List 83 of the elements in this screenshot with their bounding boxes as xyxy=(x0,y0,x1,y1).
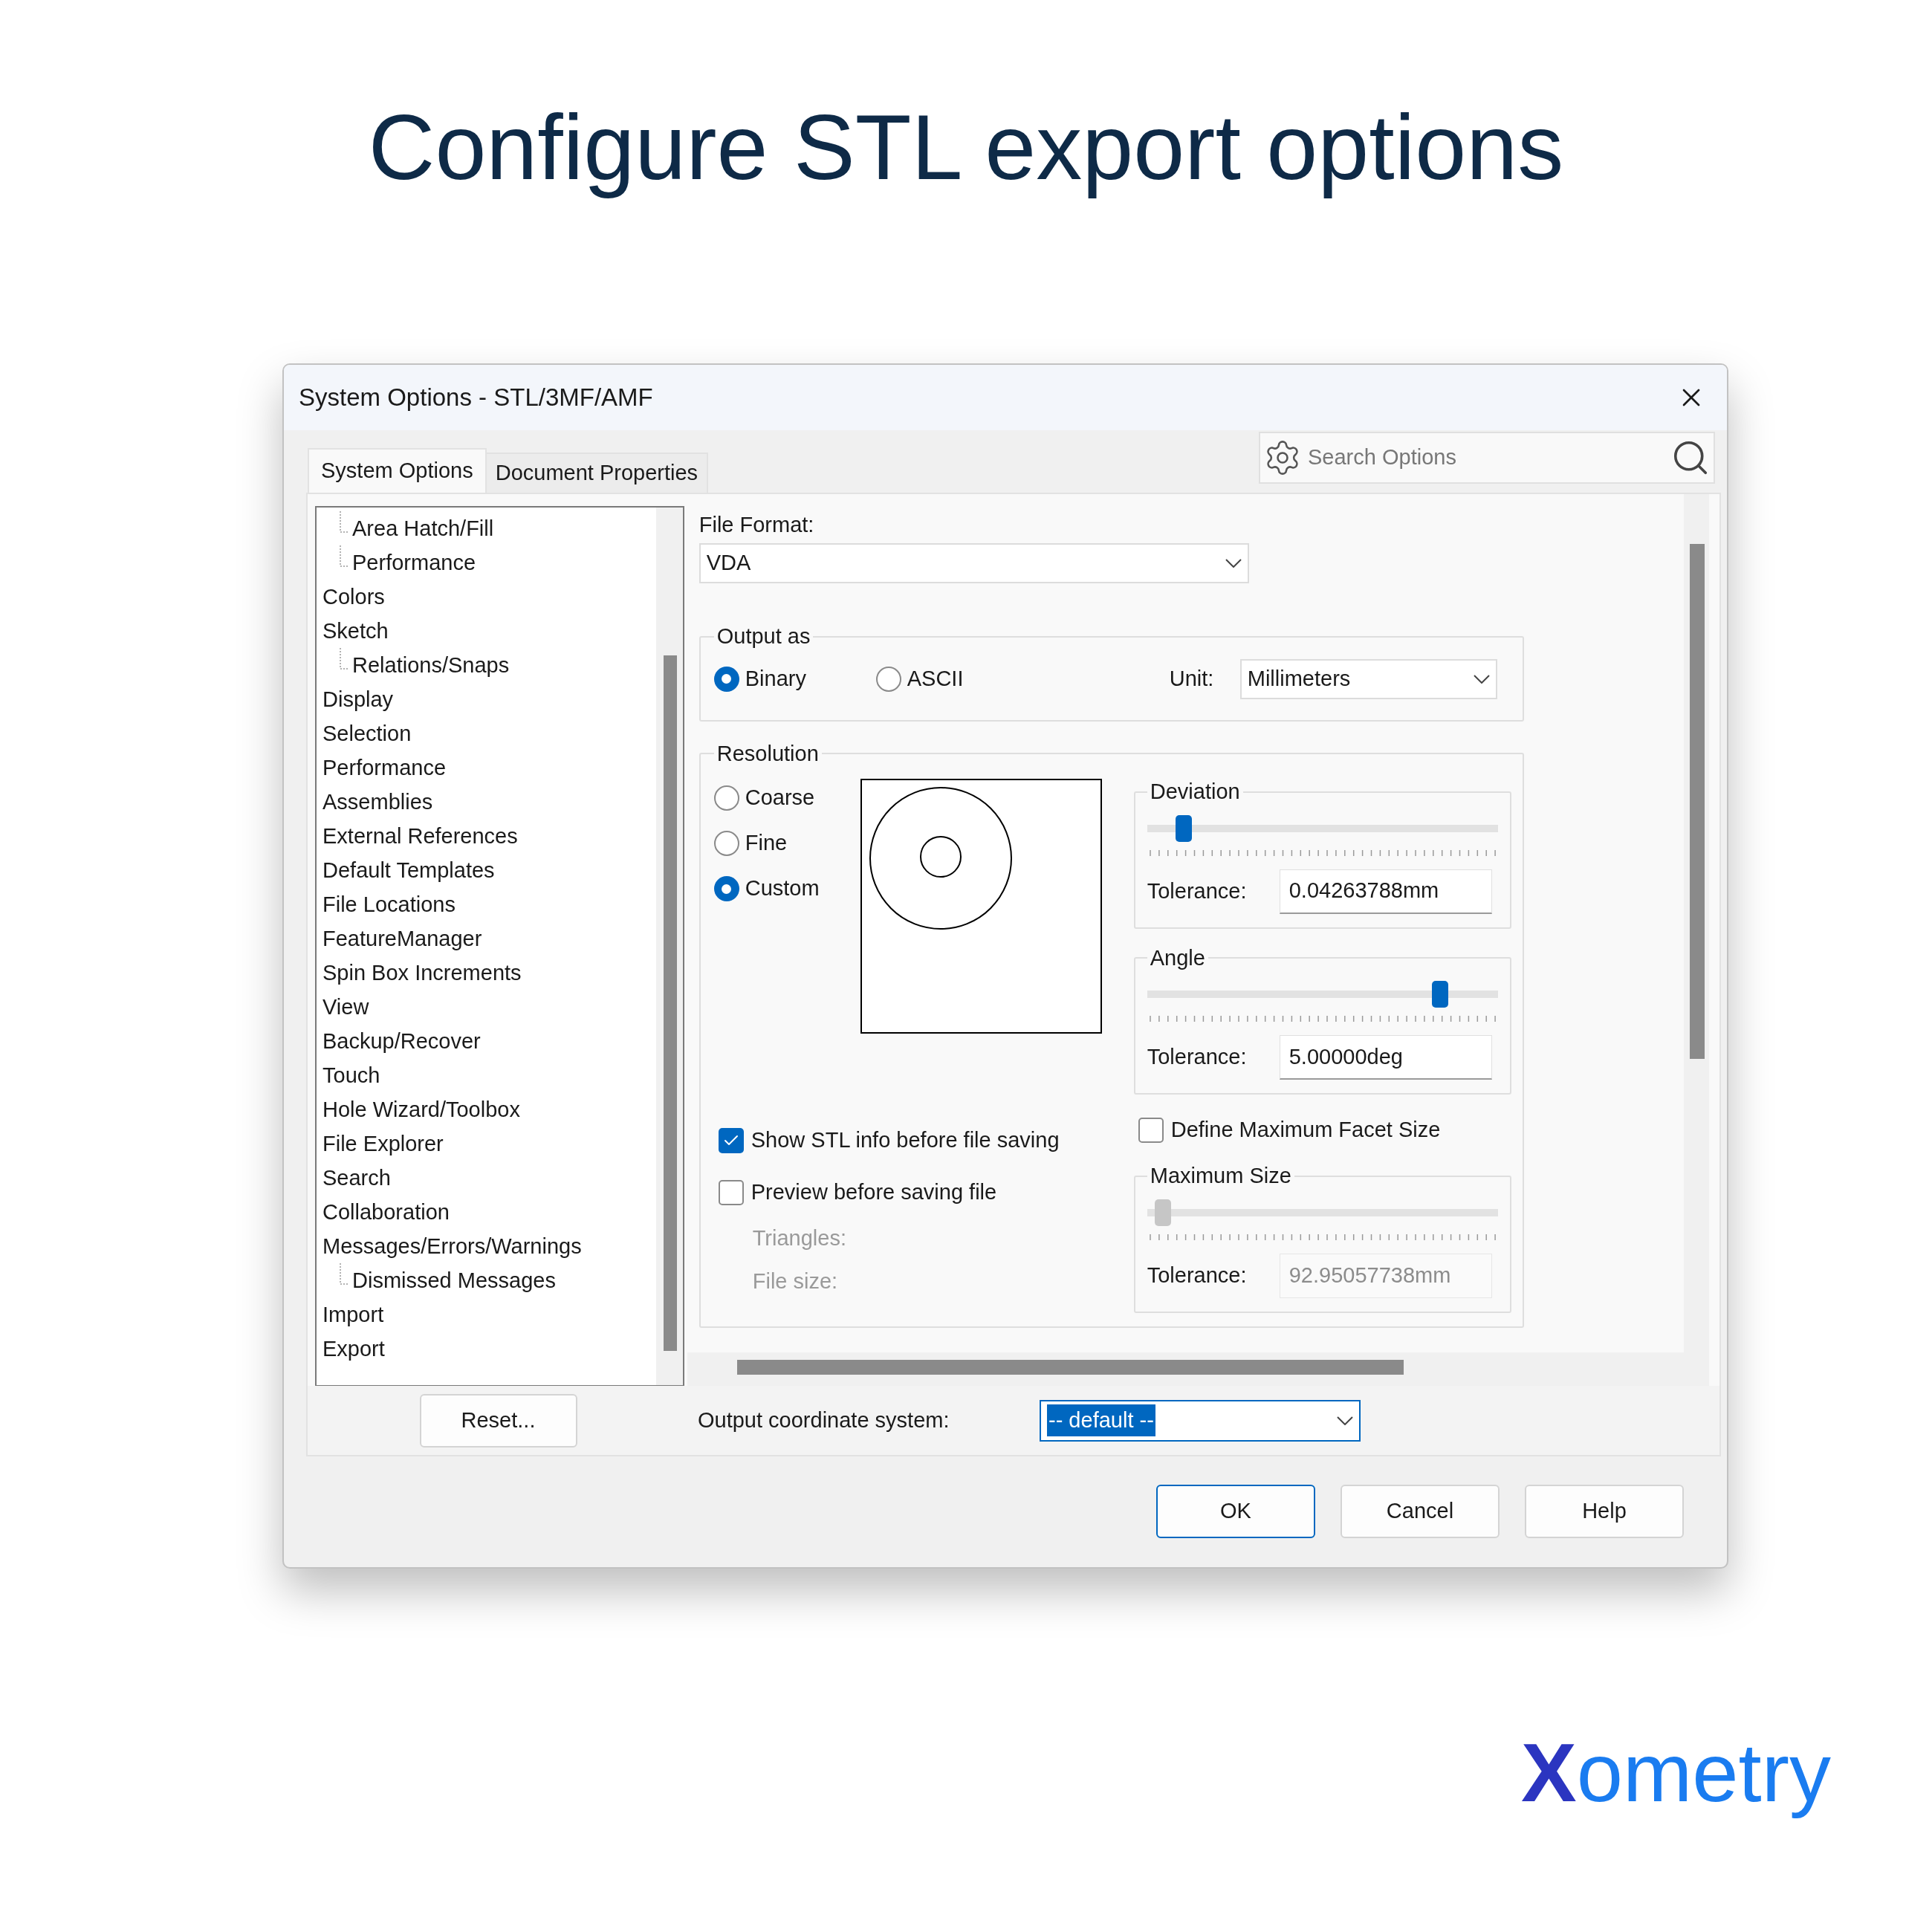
tree-item[interactable]: Messages/Errors/Warnings xyxy=(322,1231,582,1263)
chevron-icon xyxy=(1337,1416,1353,1425)
tree-item[interactable]: Spin Box Increments xyxy=(322,957,522,990)
selected-value: -- default -- xyxy=(1047,1404,1155,1437)
search-input[interactable]: Search Options xyxy=(1308,441,1664,474)
field-label: Output coordinate system: xyxy=(698,1407,950,1433)
tree-item[interactable]: Export xyxy=(322,1333,385,1366)
page-headline: Configure STL export options xyxy=(368,97,1564,200)
chevron-icon xyxy=(1225,559,1242,568)
tree-item[interactable]: File Explorer xyxy=(322,1128,444,1161)
tree-connector-icon xyxy=(339,1263,349,1286)
tolerance-label: Tolerance: xyxy=(1147,1262,1248,1288)
tree-item[interactable]: FeatureManager xyxy=(322,923,482,956)
search-field[interactable]: Search Options xyxy=(1259,432,1715,484)
tree-item[interactable]: Dismissed Messages xyxy=(352,1265,556,1297)
radio-button[interactable] xyxy=(713,666,739,692)
radio-label: Binary xyxy=(745,665,806,692)
tree-connector-icon xyxy=(339,511,349,534)
radio-button[interactable] xyxy=(713,831,739,856)
checkbox-label: Define Maximum Facet Size xyxy=(1170,1117,1441,1144)
slider-thumb[interactable] xyxy=(1176,814,1193,842)
file-format-dropdown[interactable]: VDA xyxy=(698,543,1249,583)
unit-dropdown[interactable]: Millimeters xyxy=(1239,658,1497,699)
field-label: File Format: xyxy=(698,512,815,538)
tree-item[interactable]: Colors xyxy=(322,581,385,614)
tree-item[interactable]: Search xyxy=(322,1162,391,1195)
tolerance-field[interactable]: 0.04263788mm xyxy=(1279,869,1492,914)
tree-item[interactable]: View xyxy=(322,991,369,1024)
tree-item[interactable]: External References xyxy=(322,820,518,853)
tree-item[interactable]: Selection xyxy=(322,718,412,751)
reset-button[interactable]: Reset... xyxy=(419,1393,577,1448)
tree-item[interactable]: Area Hatch/Fill xyxy=(352,513,494,545)
radio-button[interactable] xyxy=(713,876,739,901)
tab[interactable]: System Options xyxy=(308,448,487,493)
tree-item[interactable]: Touch xyxy=(322,1060,380,1092)
tree-item[interactable]: Default Templates xyxy=(322,855,495,887)
radio-label: Custom xyxy=(745,875,820,902)
tree-item[interactable]: Sketch xyxy=(322,615,389,648)
tree-item[interactable]: Relations/Snaps xyxy=(352,649,510,682)
radio-label: ASCII xyxy=(907,665,964,692)
tab[interactable]: Document Properties xyxy=(486,453,709,493)
scrollbar[interactable] xyxy=(1684,494,1709,1352)
coordinate-system-dropdown[interactable]: -- default -- xyxy=(1040,1399,1361,1442)
group-label: Output as xyxy=(716,623,811,649)
group-label: Resolution xyxy=(716,740,820,767)
file-size-label: File size: xyxy=(752,1268,839,1294)
checkbox[interactable] xyxy=(718,1180,744,1205)
checkbox[interactable] xyxy=(718,1128,744,1153)
tree-item[interactable]: Collaboration xyxy=(322,1196,450,1229)
tree-item[interactable]: Backup/Recover xyxy=(322,1025,481,1058)
tree-item[interactable]: Display xyxy=(322,684,394,716)
window-title: System Options - STL/3MF/AMF xyxy=(299,383,653,413)
logo: Xometry xyxy=(1521,1725,1832,1821)
radio-label: Coarse xyxy=(745,785,815,811)
tree-connector-icon xyxy=(339,545,349,568)
dialog-button[interactable]: OK xyxy=(1156,1485,1315,1538)
tree-item[interactable]: Performance xyxy=(322,752,446,785)
chevron-icon xyxy=(1473,674,1490,684)
radio-label: Fine xyxy=(745,830,788,857)
group-label: Angle xyxy=(1149,944,1206,971)
tree-item[interactable]: Performance xyxy=(352,547,476,580)
checkbox-label: Show STL info before file saving xyxy=(751,1127,1060,1154)
radio-button[interactable] xyxy=(875,666,901,692)
group-label: Deviation xyxy=(1149,779,1241,805)
triangles-label: Triangles: xyxy=(752,1225,847,1251)
tolerance-label: Tolerance: xyxy=(1147,878,1248,904)
group-label: Maximum Size xyxy=(1149,1163,1292,1189)
dialog-button[interactable]: Help xyxy=(1525,1485,1684,1538)
dialog-button[interactable]: Cancel xyxy=(1341,1485,1500,1538)
tolerance-label: Tolerance: xyxy=(1147,1044,1248,1071)
checkbox[interactable] xyxy=(1138,1118,1164,1143)
tree-item[interactable]: File Locations xyxy=(322,889,456,921)
slider-thumb[interactable] xyxy=(1431,981,1448,1008)
tree-item[interactable]: Hole Wizard/Toolbox xyxy=(322,1094,520,1127)
tree-item[interactable]: Import xyxy=(322,1299,384,1332)
tree-connector-icon xyxy=(339,648,349,670)
scrollbar[interactable] xyxy=(687,1352,1709,1386)
tree-item[interactable]: Assemblies xyxy=(322,786,433,819)
tolerance-field[interactable]: 5.00000deg xyxy=(1279,1035,1492,1080)
checkbox-label: Preview before saving file xyxy=(751,1179,997,1206)
unit-label: Unit: xyxy=(1169,665,1215,692)
scrollbar[interactable] xyxy=(655,508,683,1385)
radio-button[interactable] xyxy=(713,785,739,811)
